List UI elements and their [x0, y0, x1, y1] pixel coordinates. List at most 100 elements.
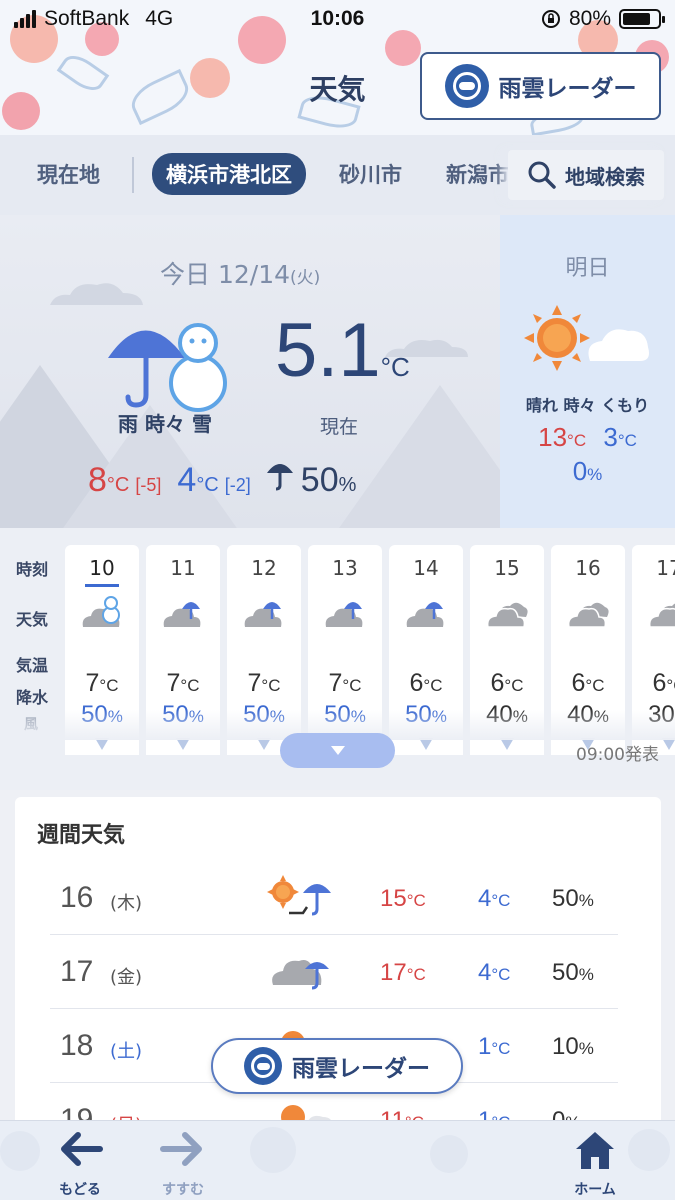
weekly-low: 4°C [478, 959, 510, 987]
weekly-pop-unit: % [578, 965, 594, 984]
hour-temp-unit: °C [585, 676, 605, 695]
home-button[interactable]: ホーム [550, 1129, 640, 1198]
hourly-forecast[interactable]: 時刻 天気 気温 降水 風 10 7°C 50% 11 7°C 50% [0, 528, 675, 790]
today-low-unit: °C [196, 474, 219, 496]
weekly-low: 1°C [478, 1033, 510, 1061]
hour-temp-unit: °C [423, 676, 443, 695]
chevron-down-icon [330, 746, 345, 755]
leaf-decoration [56, 49, 110, 97]
sun-then-rain-icon [267, 875, 331, 916]
tab-sunagawa[interactable]: 砂川市 [339, 159, 402, 189]
hour-label: 16 [575, 556, 601, 580]
weekly-high-unit: °C [406, 891, 426, 910]
expand-hourly-button[interactable] [280, 733, 395, 768]
hour-temp-unit: °C [261, 676, 281, 695]
hour-temp-unit: °C [99, 676, 119, 695]
weekly-pop: 50% [552, 959, 594, 987]
back-label: もどる [59, 1182, 101, 1198]
cloud-rain-icon [272, 960, 329, 990]
weekly-row: 16 (木) 15°C 4°C 50% [50, 861, 618, 935]
bottom-navigation: もどる すすむ ホーム [0, 1120, 675, 1200]
flower-decoration [2, 92, 40, 130]
hour-temp-value: 7 [247, 669, 262, 697]
tab-niigata[interactable]: 新潟市 [446, 159, 509, 189]
weekly-day: 16 [60, 881, 94, 914]
arrow-left-icon [61, 1132, 103, 1166]
hour-label: 17 [656, 556, 675, 580]
today-pop-unit: % [338, 474, 357, 496]
arrow-right-icon [160, 1132, 202, 1166]
home-label: ホーム [574, 1182, 616, 1198]
tomorrow-low-unit: °C [617, 431, 637, 450]
floating-rain-radar-button[interactable]: 雨雲レーダー [211, 1038, 463, 1094]
tomorrow-label: 明日 [565, 256, 610, 281]
hour-temp-value: 6 [571, 669, 586, 697]
weekly-pop: 10% [552, 1033, 594, 1061]
hour-temp-value: 7 [328, 669, 343, 697]
hour-label: 14 [413, 556, 439, 580]
tomorrow-panel[interactable]: 明日 晴れ 時々 くもり 13°C 3°C 0% [500, 215, 675, 528]
weekly-low-unit: °C [491, 965, 511, 984]
weekly-high: 15°C [380, 885, 426, 913]
tomorrow-high-low: 13°C 3°C [500, 422, 675, 453]
today-date-value: 12/14 [217, 260, 291, 289]
hour-temp-value: 6 [490, 669, 505, 697]
weekly-pop-value: 50 [552, 959, 579, 986]
mountain-decoration [320, 385, 500, 528]
hour-temp-unit: °C [666, 676, 675, 695]
weekly-high-value: 15 [380, 885, 407, 912]
umbrella-icon [266, 464, 293, 491]
cloud-umbrella-icon [244, 602, 282, 627]
hour-temp-value: 6 [409, 669, 424, 697]
floating-rain-radar-label: 雨雲レーダー [292, 1056, 430, 1082]
weekly-title: 週間天気 [37, 823, 126, 848]
cloud-umbrella-icon [325, 602, 363, 627]
leaf-decoration [125, 68, 195, 126]
today-low: 4 [177, 461, 197, 499]
weekly-dow: (木) [110, 893, 143, 914]
current-temp-unit: °C [380, 352, 410, 382]
hour-temp: 7°C [308, 669, 382, 698]
tab-current-location[interactable]: 現在地 [37, 159, 100, 189]
hour-label: 12 [251, 556, 277, 580]
weekly-low-value: 4 [478, 959, 492, 986]
weekly-pop-value: 50 [552, 885, 579, 912]
weekly-dow: (土) [110, 1041, 143, 1062]
rain-radar-label: 雨雲レーダー [498, 76, 637, 102]
tomorrow-low: 3 [603, 422, 618, 452]
current-temperature: 5.1°C [275, 307, 410, 394]
hour-temp: 7°C [65, 669, 139, 698]
radar-icon [244, 1047, 282, 1085]
tomorrow-high: 13 [538, 422, 568, 452]
weekly-high: 17°C [380, 959, 426, 987]
issued-time: 09:00発表 [576, 745, 659, 765]
current-label: 現在 [320, 416, 359, 438]
tomorrow-pop-unit: % [587, 465, 603, 484]
tab-yokohama-kohoku[interactable]: 横浜市港北区 [152, 153, 306, 195]
region-search-button[interactable]: 地域検索 [508, 150, 664, 200]
today-label: 今日 [160, 260, 211, 289]
today-dow: (火) [290, 268, 321, 288]
today-condition: 雨 時々 雪 [118, 412, 212, 436]
tomorrow-pop: 0% [500, 456, 675, 487]
hour-temp-value: 6 [652, 669, 667, 697]
back-button[interactable]: もどる [35, 1129, 125, 1198]
forward-button[interactable]: すすむ [138, 1129, 228, 1198]
tomorrow-high-unit: °C [567, 431, 587, 450]
tomorrow-condition: 晴れ 時々 くもり [525, 396, 650, 415]
weekly-low-value: 4 [478, 885, 492, 912]
weekly-day: 17 [60, 955, 94, 988]
search-icon [528, 161, 556, 189]
cloud-umbrella-icon [406, 602, 444, 627]
hour-label: 11 [170, 556, 196, 580]
weekly-dow: (金) [110, 967, 143, 988]
cloudy-icon [648, 603, 675, 628]
hour-temp-unit: °C [342, 676, 362, 695]
hour-label: 10 [89, 556, 115, 580]
current-temp-value: 5.1 [275, 308, 381, 393]
cloudy-icon [486, 602, 528, 628]
cloudy-icon [567, 602, 609, 628]
rain-then-snow-icon [108, 323, 227, 412]
rain-radar-button[interactable]: 雨雲レーダー [420, 52, 661, 120]
radar-icon [444, 64, 489, 108]
